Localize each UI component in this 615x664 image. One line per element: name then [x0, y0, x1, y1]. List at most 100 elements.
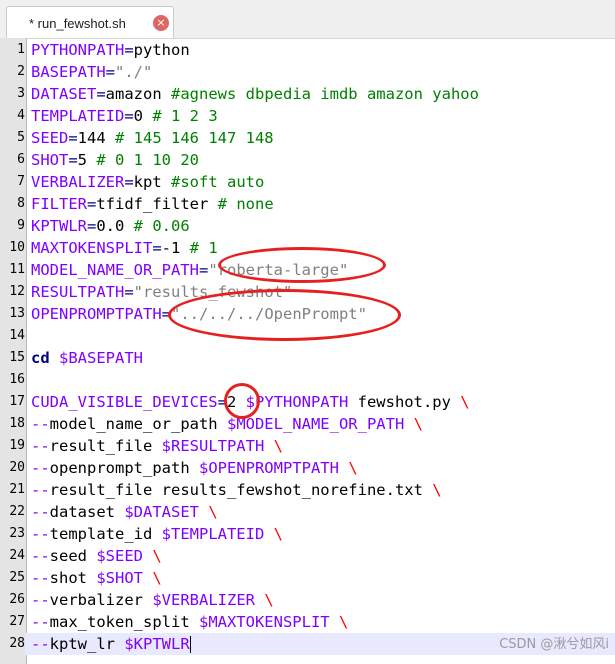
code-token: seed: [49, 547, 97, 565]
line-number: 12: [0, 281, 25, 303]
code-line[interactable]: 15 cd $BASEPATH: [0, 347, 615, 369]
code-token: 144: [77, 129, 115, 147]
close-icon[interactable]: ×: [153, 15, 169, 31]
code-line[interactable]: 23 --template_id $TEMPLATEID \: [0, 523, 615, 545]
code-line[interactable]: 6 SHOT=5 # 0 1 10 20: [0, 149, 615, 171]
line-number: 17: [0, 391, 25, 413]
code-text: --shot $SHOT \: [31, 567, 162, 589]
line-number: 14: [0, 325, 25, 347]
line-number: 21: [0, 479, 25, 501]
line-number: 9: [0, 215, 25, 237]
code-token: # 145 146 147 148: [115, 129, 274, 147]
watermark: CSDN @湫兮如风i: [499, 637, 609, 652]
code-line[interactable]: 20 --openprompt_path $OPENPROMPTPATH \: [0, 457, 615, 479]
code-line[interactable]: 5 SEED=144 # 145 146 147 148: [0, 127, 615, 149]
code-line[interactable]: 8 FILTER=tfidf_filter # none: [0, 193, 615, 215]
code-token: =: [87, 195, 97, 213]
code-text: TEMPLATEID=0 # 1 2 3: [31, 105, 218, 127]
code-text: --template_id $TEMPLATEID \: [31, 523, 283, 545]
code-token: $OPENPROMPTPATH: [198, 459, 339, 477]
code-text: --dataset $DATASET \: [31, 501, 218, 523]
code-text: FILTER=tfidf_filter # none: [31, 193, 274, 215]
code-line[interactable]: 4 TEMPLATEID=0 # 1 2 3: [0, 105, 615, 127]
code-token: "./": [115, 63, 153, 81]
code-line[interactable]: 27 --max_token_split $MAXTOKENSPLIT \: [0, 611, 615, 633]
code-token: verbalizer: [49, 591, 153, 609]
code-line[interactable]: 24 --seed $SEED \: [0, 545, 615, 567]
code-text: --max_token_split $MAXTOKENSPLIT \: [31, 611, 348, 633]
code-token: $MODEL_NAME_OR_PATH: [226, 415, 405, 433]
code-token: --: [31, 437, 50, 455]
code-line[interactable]: 26 --verbalizer $VERBALIZER \: [0, 589, 615, 611]
code-token: \: [152, 547, 162, 565]
code-token: -1: [161, 239, 190, 257]
code-token: =: [87, 217, 97, 235]
code-line[interactable]: 2 BASEPATH="./": [0, 61, 615, 83]
line-number: 23: [0, 523, 25, 545]
code-token: =: [124, 283, 134, 301]
code-token: result_file results_fewshot_norefine.txt: [49, 481, 433, 499]
code-token: # none: [217, 195, 274, 213]
code-token: amazon: [105, 85, 171, 103]
line-number: 24: [0, 545, 25, 567]
code-line[interactable]: 16: [0, 369, 615, 391]
code-token: \: [264, 591, 274, 609]
code-text: SHOT=5 # 0 1 10 20: [31, 149, 199, 171]
code-token: $RESULTPATH: [161, 437, 265, 455]
code-line[interactable]: 9 KPTWLR=0.0 # 0.06: [0, 215, 615, 237]
code-text: --kptw_lr $KPTWLR: [31, 633, 191, 655]
line-number: 19: [0, 435, 25, 457]
code-text: PYTHONPATH=python: [31, 39, 190, 61]
code-text: BASEPATH="./": [31, 61, 152, 83]
line-number: 10: [0, 237, 25, 259]
line-number: 27: [0, 611, 25, 633]
code-token: BASEPATH: [31, 63, 106, 81]
code-token: \: [273, 437, 283, 455]
code-line[interactable]: 3 DATASET=amazon #agnews dbpedia imdb ama…: [0, 83, 615, 105]
code-token: $BASEPATH: [59, 349, 144, 367]
code-token: $TEMPLATEID: [161, 525, 265, 543]
line-number: 26: [0, 589, 25, 611]
line-number: 25: [0, 567, 25, 589]
line-number: 6: [0, 149, 25, 171]
code-text: --verbalizer $VERBALIZER \: [31, 589, 274, 611]
code-line[interactable]: 22 --dataset $DATASET \: [0, 501, 615, 523]
code-token: --: [31, 459, 50, 477]
code-token: \: [208, 503, 218, 521]
code-token: TEMPLATEID: [31, 107, 125, 125]
code-line[interactable]: 19 --result_file $RESULTPATH \: [0, 435, 615, 457]
code-line[interactable]: 18 --model_name_or_path $MODEL_NAME_OR_PA…: [0, 413, 615, 435]
code-token: RESULTPATH: [31, 283, 125, 301]
code-token: =: [96, 85, 106, 103]
code-token: --: [31, 547, 50, 565]
code-token: template_id: [49, 525, 162, 543]
code-token: DATASET: [31, 85, 97, 103]
code-token: # 1 2 3: [152, 107, 218, 125]
annotation-circle-model-path: [218, 247, 386, 283]
code-token: $KPTWLR: [124, 635, 190, 653]
code-line[interactable]: 25 --shot $SHOT \: [0, 567, 615, 589]
line-number: 5: [0, 127, 25, 149]
line-number: 11: [0, 259, 25, 281]
code-token: 0: [133, 107, 153, 125]
code-editor[interactable]: 1 PYTHONPATH=python 2 BASEPATH="./" 3 DATASET…: [0, 38, 615, 664]
code-line[interactable]: 21 --result_file results_fewshot_norefine…: [0, 479, 615, 501]
file-tab[interactable]: * run_fewshot.sh ×: [6, 6, 174, 38]
line-number: 18: [0, 413, 25, 435]
code-line[interactable]: 7 VERBALIZER=kpt #soft auto: [0, 171, 615, 193]
code-token: kpt: [133, 173, 171, 191]
line-number: 3: [0, 83, 25, 105]
code-token: $VERBALIZER: [152, 591, 255, 609]
code-line[interactable]: 17 CUDA_VISIBLE_DEVICES=2 $PYTHONPATH few…: [0, 391, 615, 413]
line-number: 1: [0, 39, 25, 61]
code-token: SEED: [31, 129, 69, 147]
line-number: 16: [0, 369, 25, 391]
code-token: 5: [77, 151, 97, 169]
code-line[interactable]: 1 PYTHONPATH=python: [0, 39, 615, 61]
code-token: $SHOT: [96, 569, 144, 587]
